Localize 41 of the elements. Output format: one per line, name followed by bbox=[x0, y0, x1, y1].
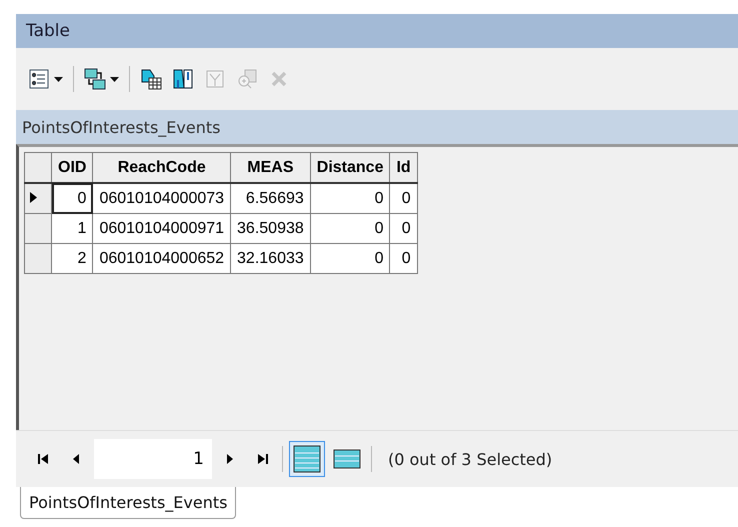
table-cell: 0 bbox=[310, 183, 390, 214]
row-header[interactable] bbox=[24, 183, 52, 214]
caret-icon bbox=[54, 76, 63, 82]
table-icon bbox=[140, 68, 162, 90]
selection-status: (0 out of 3 Selected) bbox=[388, 450, 552, 468]
table-cell: 6.56693 bbox=[230, 183, 310, 214]
table-cell: 06010104000073 bbox=[92, 183, 231, 214]
window-title: Table bbox=[16, 14, 738, 48]
table-cell: 0 bbox=[390, 214, 418, 244]
tables-button[interactable] bbox=[82, 66, 121, 92]
record-field[interactable]: 1 bbox=[94, 439, 212, 479]
column-header[interactable]: Id bbox=[390, 152, 418, 183]
table-cell: 2 bbox=[52, 244, 93, 274]
row-header bbox=[24, 152, 52, 183]
table-name: PointsOfInterests_Events bbox=[16, 110, 738, 144]
column-header[interactable]: OID bbox=[52, 152, 93, 183]
table-cell: 0 bbox=[310, 214, 390, 244]
zoom-icon bbox=[236, 68, 258, 90]
table-cell: 1 bbox=[52, 214, 93, 244]
records-icon bbox=[333, 449, 361, 469]
switch-icon bbox=[172, 68, 194, 90]
table-cell: 0 bbox=[310, 244, 390, 274]
table-cell: 36.50938 bbox=[230, 214, 310, 244]
column-header[interactable]: MEAS bbox=[230, 152, 310, 183]
table-cell: 0 bbox=[390, 183, 418, 214]
table-cell: 0 bbox=[390, 244, 418, 274]
show-all-button[interactable] bbox=[289, 441, 325, 477]
tables-icon bbox=[84, 68, 106, 90]
column-header[interactable]: Distance bbox=[310, 152, 390, 183]
options-icon bbox=[28, 68, 50, 90]
table-cell: 32.16033 bbox=[230, 244, 310, 274]
current-row-icon bbox=[30, 192, 37, 202]
caret-icon bbox=[110, 76, 119, 82]
table-tab[interactable]: PointsOfInterests_Events bbox=[20, 487, 236, 519]
column-header[interactable]: ReachCode bbox=[92, 152, 231, 183]
last-icon bbox=[256, 453, 268, 465]
table-cell: 06010104000971 bbox=[92, 214, 231, 244]
records-icon bbox=[293, 445, 321, 473]
first-icon bbox=[38, 453, 50, 465]
table-cell: 06010104000652 bbox=[92, 244, 231, 274]
table-cell: 0 bbox=[52, 183, 93, 214]
